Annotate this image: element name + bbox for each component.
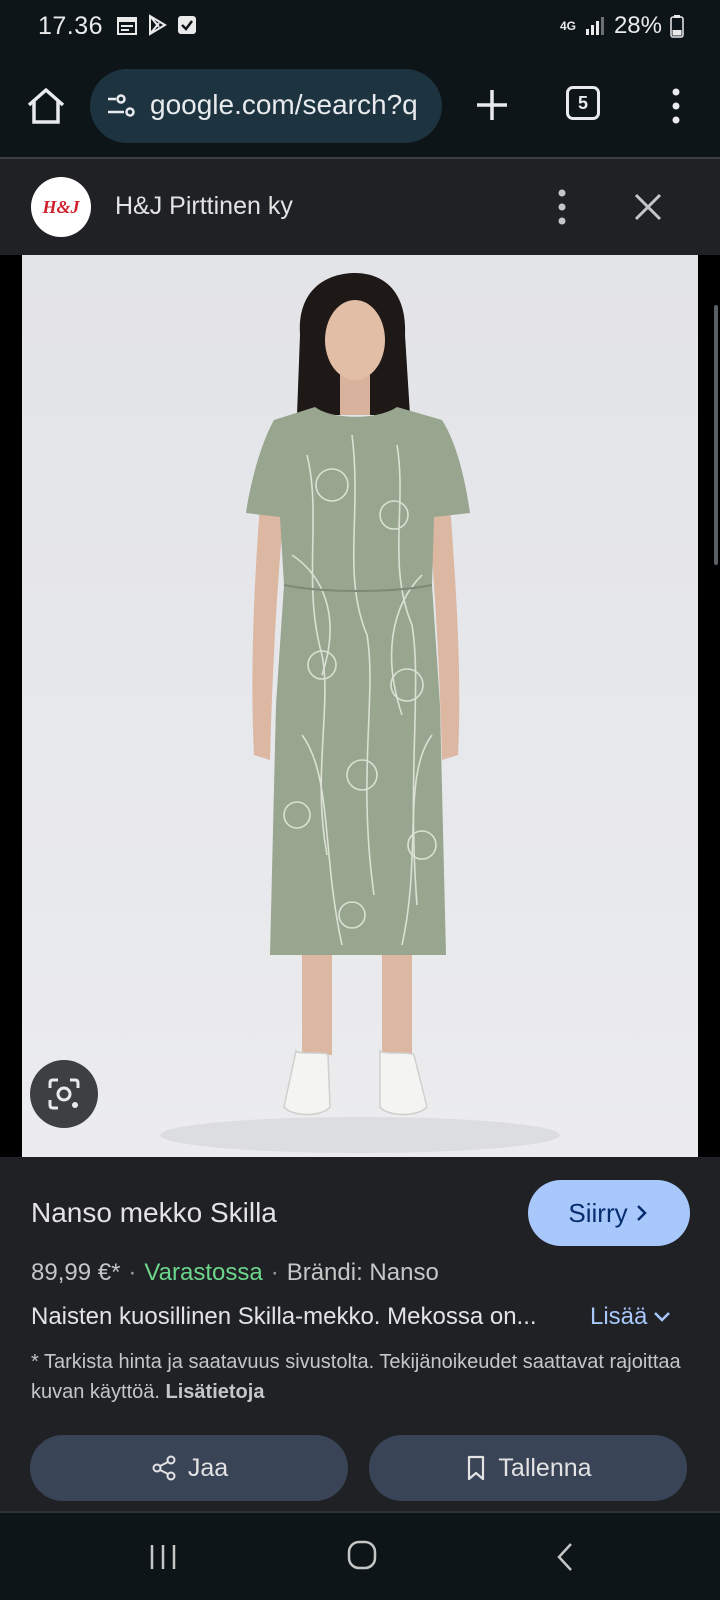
separator: ·: [270, 1259, 279, 1286]
check-icon: [178, 16, 196, 34]
product-title: Nanso mekko Skilla: [31, 1197, 277, 1228]
home-nav-icon[interactable]: [346, 1539, 378, 1571]
save-button-label: Tallenna: [498, 1453, 592, 1482]
product-description: Naisten kuosillinen Skilla-mekko. Mekoss…: [31, 1303, 537, 1330]
close-icon[interactable]: [630, 189, 666, 225]
recents-icon[interactable]: [148, 1543, 178, 1571]
product-price: 89,99 €*: [31, 1259, 121, 1286]
notification-icons: [116, 14, 198, 36]
bookmark-icon: [468, 1455, 485, 1481]
share-button-label: Jaa: [187, 1453, 229, 1482]
more-vert-icon[interactable]: [550, 187, 574, 227]
chevron-down-icon: [654, 1312, 671, 1322]
network-type: 4G: [559, 19, 576, 33]
tune-icon[interactable]: [106, 93, 136, 119]
stock-status: Varastossa: [144, 1259, 263, 1286]
system-nav-bar: [0, 1513, 720, 1600]
dress-model-illustration: [160, 273, 560, 1153]
more-vert-icon[interactable]: [664, 86, 688, 126]
disclaimer-text: * Tarkista hinta ja saatavuus sivustolta…: [31, 1351, 681, 1403]
more-link[interactable]: Lisää: [590, 1303, 671, 1331]
more-info-link[interactable]: Lisätietoja: [166, 1381, 265, 1403]
browser-toolbar: google.com/search?q 5: [0, 56, 720, 158]
share-button[interactable]: Jaa: [30, 1435, 348, 1501]
product-meta: 89,99 €* · Varastossa · Brändi: Nanso: [31, 1259, 439, 1287]
calendar-icon: [117, 17, 137, 35]
product-image[interactable]: [22, 255, 698, 1157]
lens-icon: [48, 1078, 80, 1110]
scroll-indicator[interactable]: [714, 305, 718, 565]
url-text[interactable]: google.com/search?q: [150, 89, 418, 121]
merchant-logo: H&J: [31, 177, 91, 237]
url-bar[interactable]: google.com/search?q: [90, 69, 442, 143]
disclaimer: * Tarkista hinta ja saatavuus sivustolta…: [31, 1347, 691, 1407]
signal-icon: [585, 17, 604, 35]
image-viewer-header: H&J H&J Pirttinen ky: [0, 159, 720, 255]
back-icon[interactable]: [555, 1541, 575, 1573]
image-area: [0, 255, 720, 1157]
merchant-logo-text: H&J: [42, 196, 80, 217]
go-button[interactable]: Siirry: [528, 1180, 690, 1246]
tab-switcher-button[interactable]: 5: [566, 86, 600, 120]
plus-icon[interactable]: [470, 83, 514, 127]
status-bar: 17.36 4G 28%: [0, 0, 720, 56]
status-time: 17.36: [38, 12, 104, 40]
battery-icon: [670, 15, 684, 38]
separator: ·: [128, 1259, 137, 1286]
play-store-icon: [149, 14, 167, 36]
merchant-name[interactable]: H&J Pirttinen ky: [115, 192, 293, 221]
save-button[interactable]: Tallenna: [369, 1435, 687, 1501]
go-button-label: Siirry: [568, 1197, 628, 1228]
battery-percent: 28%: [613, 12, 662, 39]
product-brand: Brändi: Nanso: [286, 1259, 439, 1286]
chevron-right-icon: [636, 1205, 647, 1221]
home-icon[interactable]: [24, 84, 68, 128]
share-icon: [152, 1455, 176, 1481]
status-right: 4G 28%: [560, 12, 684, 40]
more-link-label: Lisää: [590, 1303, 648, 1330]
lens-button[interactable]: [30, 1060, 98, 1128]
